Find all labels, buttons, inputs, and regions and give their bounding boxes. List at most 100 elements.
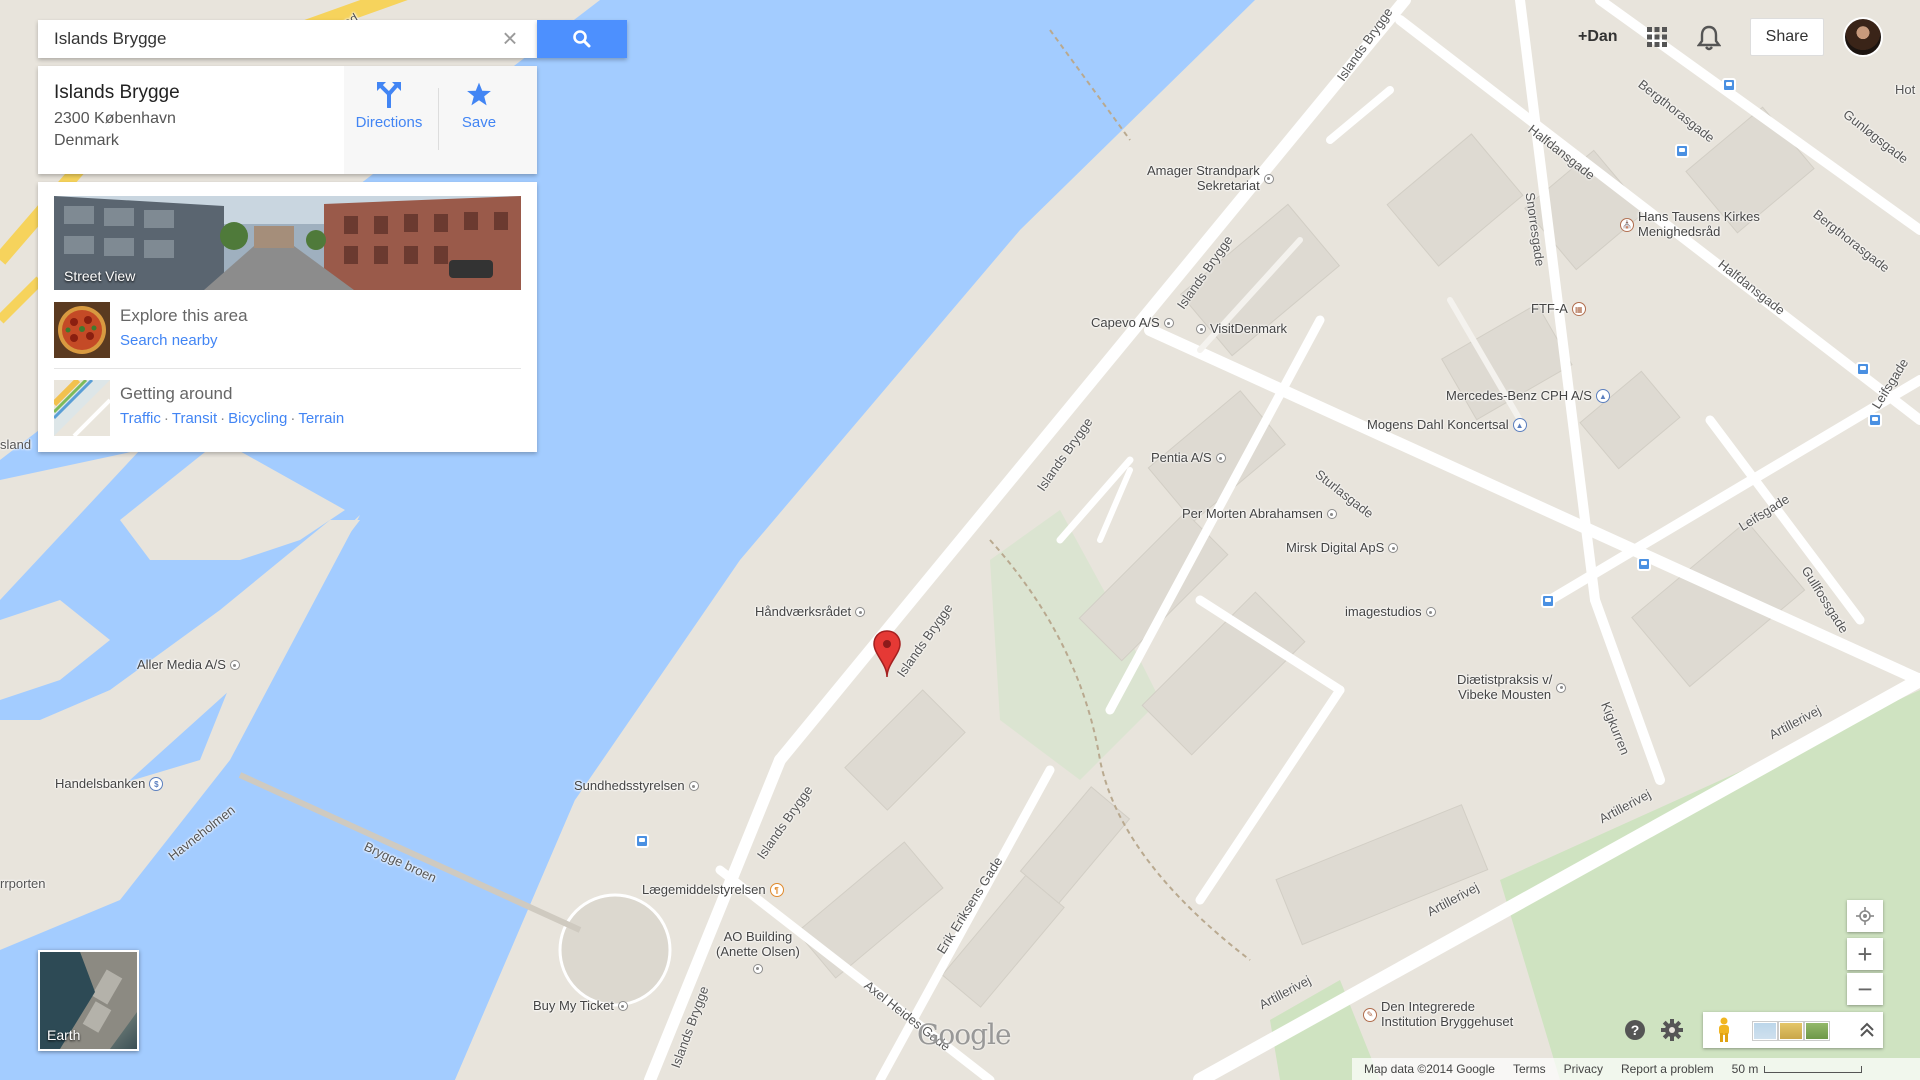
plus-icon: + [1857,938,1873,969]
link-separator: · [220,410,226,427]
save-button[interactable]: Save [434,78,524,131]
transit-layer-link[interactable]: Transit [172,410,217,427]
street-view-thumbnail[interactable]: Street View [54,196,521,290]
poi-aller-media[interactable]: Aller Media A/S [137,657,240,673]
poi-capevo[interactable]: Capevo A/S [1091,315,1174,331]
street-label: Hot [1895,82,1916,97]
place-address-line: 2300 København [54,110,176,127]
building-icon: ▦ [1571,302,1586,317]
bank-icon: $ [149,777,164,792]
poi-label: Diætistpraksis v/ Vibeke Mousten [1457,672,1553,702]
getting-around-title: Getting around [120,384,233,403]
poi-label: Lægemiddelstyrelsen [642,882,766,897]
directions-icon [377,82,401,108]
poi-amager-strandpark[interactable]: Amager Strandpark Sekretariat [1147,163,1274,194]
poi-den-integrerede[interactable]: ✎ Den Integrerede Institution Bryggehuset [1363,999,1514,1030]
poi-label: Capevo A/S [1091,315,1160,330]
imagery-chip-1[interactable] [1753,1022,1777,1040]
star-icon [467,82,491,106]
expand-chevron-icon[interactable] [1857,1020,1877,1040]
poi-label: Buy My Ticket [533,998,614,1013]
car-icon: ▲ [1595,389,1610,404]
poi-imagestudios[interactable]: imagestudios [1345,604,1436,620]
location-pin-icon[interactable] [872,630,902,678]
avatar[interactable] [1843,17,1883,57]
bus-stop-icon[interactable] [1541,594,1555,608]
link-separator: · [290,410,296,427]
zoom-out-button[interactable]: − [1847,973,1883,1005]
google-plus-profile-link[interactable]: +Dan [1578,28,1618,46]
imagery-chip-2[interactable] [1779,1022,1803,1040]
poi-label: Den Integrerede Institution Bryggehuset [1381,999,1514,1029]
bus-stop-icon[interactable] [635,834,649,848]
poi-pentia[interactable]: Pentia A/S [1151,450,1226,466]
poi-visitdenmark[interactable]: VisitDenmark [1196,321,1287,337]
poi-label: imagestudios [1345,604,1422,619]
divider [54,368,521,369]
poi-label: Mirsk Digital ApS [1286,540,1385,555]
explore-card: Street View Explore this area Search nea… [38,182,537,452]
church-icon: ⛪ [1620,217,1634,232]
poi-dot-icon [1163,318,1174,329]
search-nearby-link[interactable]: Search nearby [120,332,218,349]
apps-grid-icon[interactable] [1646,26,1668,48]
search-button[interactable] [537,20,627,58]
explore-area-title: Explore this area [120,306,248,325]
report-problem-link[interactable]: Report a problem [1621,1062,1714,1076]
my-location-button[interactable] [1847,900,1883,932]
bicycling-layer-link[interactable]: Bicycling [228,410,287,427]
poi-buy-my-ticket[interactable]: Buy My Ticket [533,998,628,1014]
bus-stop-icon[interactable] [1722,78,1736,92]
poi-handelsbanken[interactable]: Handelsbanken $ [55,776,164,792]
earth-view-toggle[interactable]: Earth [38,950,139,1051]
street-view-label: Street View [64,268,136,284]
poi-hans-tausens[interactable]: ⛪ Hans Tausens Kirkes Menighedsråd [1620,209,1760,240]
bus-stop-icon[interactable] [1675,144,1689,158]
poi-ao-building[interactable]: AO Building (Anette Olsen) [716,929,800,974]
clear-search-icon[interactable]: × [498,25,522,51]
minus-icon: − [1857,973,1873,1004]
getting-around-row: Getting around Traffic · Transit · Bicycling… [54,376,521,436]
zoom-in-button[interactable]: + [1847,938,1883,970]
traffic-layer-link[interactable]: Traffic [120,410,161,427]
poi-per-morten[interactable]: Per Morten Abrahamsen [1182,506,1337,522]
poi-label: Amager Strandpark Sekretariat [1147,163,1260,193]
poi-laegemiddel[interactable]: Lægemiddelstyrelsen ¶ [642,882,784,898]
poi-label: Handelsbanken [55,776,146,791]
search-input[interactable] [38,20,478,58]
poi-label: Håndværksrådet [755,604,852,619]
bus-stop-icon[interactable] [1637,557,1651,571]
poi-label: Pentia A/S [1151,450,1212,465]
bus-stop-icon[interactable] [1856,362,1870,376]
poi-mirsk[interactable]: Mirsk Digital ApS [1286,540,1399,556]
earth-label: Earth [47,1027,81,1043]
terms-link[interactable]: Terms [1513,1062,1546,1076]
poi-mercedes[interactable]: Mercedes-Benz CPH A/S ▲ [1446,388,1610,404]
poi-ftf-a[interactable]: FTF-A ▦ [1531,301,1586,317]
search-icon [573,30,591,48]
help-icon[interactable]: ? [1624,1019,1646,1041]
poi-dot-icon [1263,173,1274,184]
poi-label: FTF-A [1531,301,1568,316]
poi-mogens-dahl[interactable]: Mogens Dahl Koncertsal ▲ [1367,417,1527,433]
privacy-link[interactable]: Privacy [1564,1062,1603,1076]
poi-diaetist[interactable]: Diætistpraksis v/ Vibeke Mousten [1457,672,1567,703]
poi-dot-icon [617,1001,628,1012]
notifications-bell-icon[interactable] [1697,25,1721,51]
search-box: × [38,20,537,58]
imagery-chip-3[interactable] [1805,1022,1829,1040]
settings-gear-icon[interactable] [1661,1019,1683,1041]
poi-dot-icon [1425,607,1436,618]
terrain-layer-link[interactable]: Terrain [298,410,344,427]
pegman-street-view-icon[interactable] [1715,1017,1733,1043]
scale-bar [1764,1065,1863,1073]
bus-stop-icon[interactable] [1868,413,1882,427]
poi-sundhedsstyrelsen[interactable]: Sundhedsstyrelsen [574,778,699,794]
scale-indicator[interactable]: 50 m [1732,1062,1863,1076]
poi-dot-icon [1196,324,1206,335]
poi-dot-icon [1326,509,1337,520]
directions-button[interactable]: Directions [344,78,434,131]
poi-haandvaerksraadet[interactable]: Håndværksrådet [755,604,866,620]
share-button[interactable]: Share [1750,18,1824,56]
poi-label: Hans Tausens Kirkes Menighedsråd [1638,209,1760,239]
